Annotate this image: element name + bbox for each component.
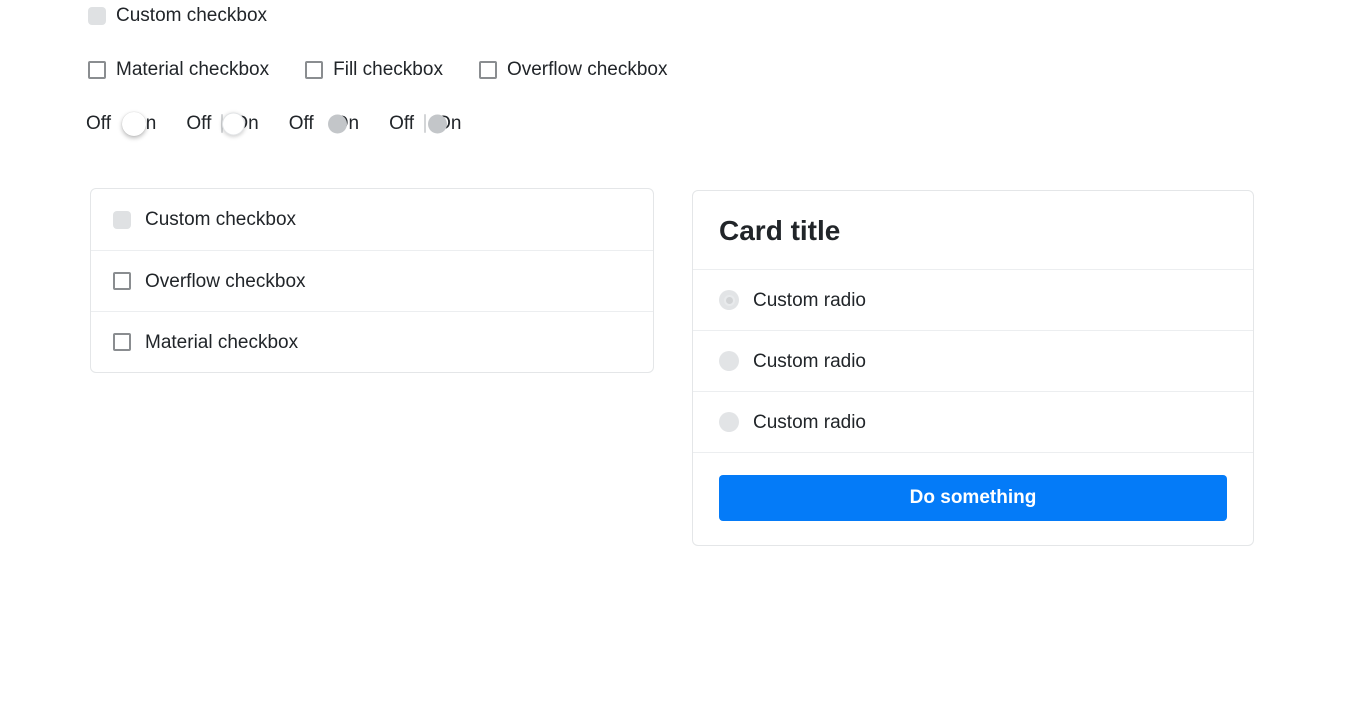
toggle-thumb	[222, 112, 246, 135]
custom-checkbox-icon[interactable]	[88, 6, 106, 25]
card-title: Card title	[719, 215, 841, 246]
card-header: Card title	[693, 191, 1253, 269]
toggle-group-4: Off On	[389, 113, 461, 134]
toggle-off-label: Off	[86, 113, 111, 134]
checkbox-icon[interactable]	[113, 272, 131, 290]
list-item-label: Custom checkbox	[145, 209, 297, 230]
radio-label: Custom radio	[753, 350, 866, 372]
list-item[interactable]: Custom checkbox	[91, 189, 653, 250]
checkbox-label: Overflow checkbox	[506, 59, 668, 80]
checkbox-material[interactable]: Material checkbox	[88, 60, 269, 79]
checkbox-icon[interactable]	[113, 333, 131, 351]
checkbox-label: Fill checkbox	[333, 59, 443, 80]
toggle-switch-2[interactable]	[221, 112, 246, 135]
custom-checkbox-icon[interactable]	[113, 210, 131, 229]
radio-icon[interactable]	[719, 351, 739, 371]
radio-icon[interactable]	[719, 290, 739, 310]
list-item-label: Material checkbox	[145, 331, 299, 353]
custom-checkbox-label: Custom checkbox	[116, 5, 268, 26]
toggle-group-3: Off On	[289, 114, 359, 133]
toggle-off-label: Off	[389, 113, 415, 134]
radio-label: Custom radio	[753, 411, 866, 433]
card-footer: Do something	[693, 452, 1253, 545]
checkbox-row: Material checkbox Fill checkbox Overflow…	[88, 60, 667, 79]
toggle-thumb	[428, 114, 448, 133]
checkbox-fill[interactable]: Fill checkbox	[305, 60, 443, 79]
radio-card: Card title Custom radio Custom radio Cus…	[692, 190, 1254, 546]
toggle-thumb	[122, 111, 146, 136]
checkbox-icon[interactable]	[478, 60, 497, 79]
toggle-group-1: Off On	[86, 111, 156, 136]
list-item[interactable]: Overflow checkbox	[91, 250, 653, 311]
do-something-button[interactable]: Do something	[719, 475, 1227, 521]
checkbox-label: Material checkbox	[116, 59, 270, 80]
list-item[interactable]: Material checkbox	[91, 311, 653, 372]
toggle-row: Off On Off On Off On Off	[86, 111, 461, 136]
checkbox-icon[interactable]	[305, 60, 324, 79]
custom-checkbox-row[interactable]: Custom checkbox	[88, 6, 267, 25]
toggle-group-2: Off On	[186, 112, 259, 135]
checkbox-overflow[interactable]: Overflow checkbox	[478, 59, 668, 80]
page-root: Custom checkbox Material checkbox Fill c…	[0, 0, 1365, 709]
checkbox-list-card: Custom checkbox Overflow checkbox Materi…	[90, 188, 654, 373]
radio-label: Custom radio	[753, 289, 866, 311]
checkbox-icon[interactable]	[88, 60, 106, 79]
toggle-track	[424, 113, 427, 133]
radio-option[interactable]: Custom radio	[693, 391, 1253, 452]
radio-option[interactable]: Custom radio	[693, 269, 1253, 330]
radio-option[interactable]: Custom radio	[693, 330, 1253, 391]
toggle-thumb	[327, 114, 347, 133]
list-item-label: Overflow checkbox	[145, 270, 306, 292]
toggle-off-label: Off	[186, 113, 212, 134]
radio-icon[interactable]	[719, 412, 739, 432]
toggle-off-label: Off	[288, 113, 314, 134]
toggle-switch-4[interactable]	[424, 113, 448, 133]
